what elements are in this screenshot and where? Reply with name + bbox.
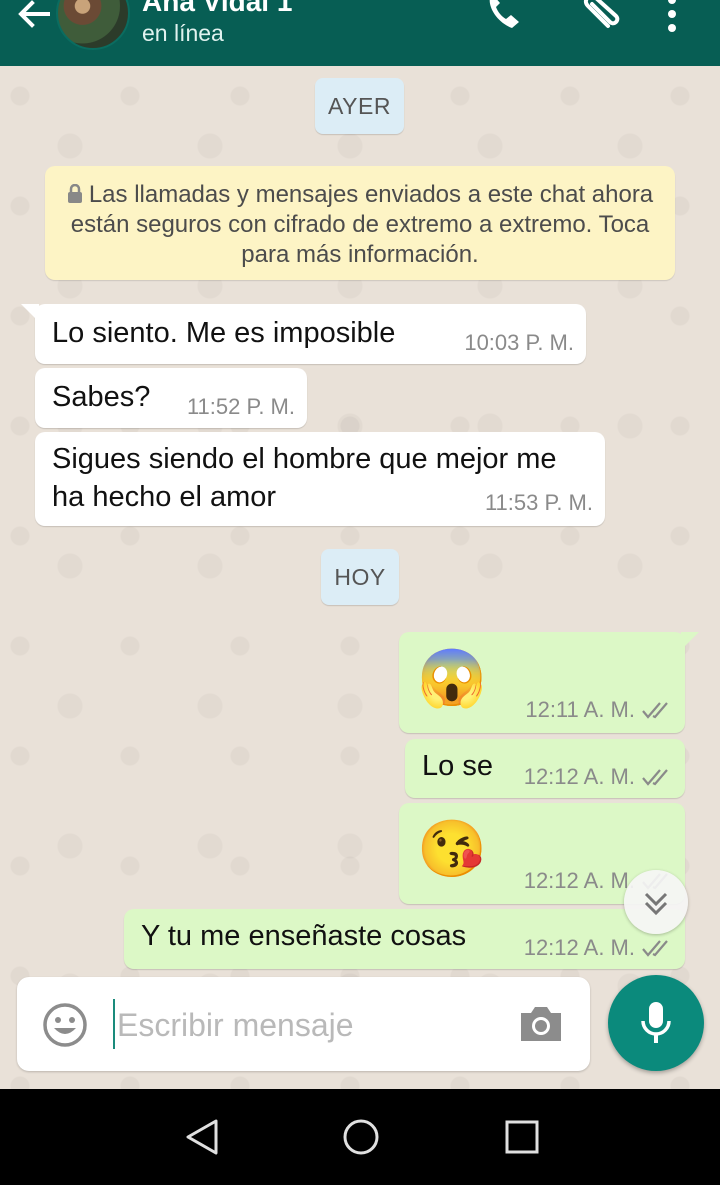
message-time: 12:11 A. M.: [525, 697, 673, 723]
contact-name[interactable]: Ana Vidal 1: [142, 0, 292, 18]
message-composer: [17, 977, 590, 1071]
incoming-message[interactable]: Lo siento. Me es imposible 10:03 P. M.: [21, 304, 586, 364]
more-vert-icon[interactable]: [660, 0, 684, 34]
chat-header: Ana Vidal 1 en línea: [0, 0, 720, 66]
message-text: Lo siento. Me es imposible: [52, 317, 396, 349]
double-chevron-down-icon: [644, 892, 668, 916]
nav-home-icon[interactable]: [341, 1117, 381, 1157]
phone-icon[interactable]: [484, 0, 528, 34]
mic-icon: [641, 1002, 671, 1043]
camera-icon[interactable]: [517, 1003, 565, 1045]
outgoing-message[interactable]: Lo se 12:12 A. M.: [405, 739, 685, 798]
message-input[interactable]: [115, 999, 489, 1051]
contact-avatar[interactable]: [56, 0, 130, 50]
date-separator-today: HOY: [321, 549, 399, 605]
system-nav-bar: [0, 1089, 720, 1185]
message-time: 12:12 A. M.: [524, 935, 673, 961]
incoming-message[interactable]: Sigues siendo el hombre que mejor me ha …: [35, 432, 605, 526]
double-check-icon: [642, 769, 668, 786]
paperclip-icon[interactable]: [580, 0, 624, 34]
bubble-tail: [21, 304, 39, 322]
encryption-notice-text: Las llamadas y mensajes enviados a este …: [70, 181, 654, 268]
message-time-text: 12:12 A. M.: [523, 868, 635, 893]
scream-emoji: 😱: [417, 646, 487, 709]
incoming-message[interactable]: Sabes? 11:52 P. M.: [35, 368, 307, 428]
message-time: 11:53 P. M.: [484, 490, 593, 515]
scroll-to-bottom-button[interactable]: [624, 870, 688, 934]
kiss-emoji: 😘: [417, 817, 487, 880]
message-text: Sabes?: [52, 381, 151, 413]
message-time: 10:03 P. M.: [464, 330, 574, 355]
emoji-icon[interactable]: [41, 1001, 89, 1049]
contact-status: en línea: [142, 20, 224, 46]
date-separator-yesterday: AYER: [315, 78, 404, 134]
message-time-text: 12:12 A. M.: [523, 935, 635, 960]
message-time-text: 12:11 A. M.: [525, 697, 635, 722]
double-check-icon: [642, 702, 668, 719]
mic-button[interactable]: [608, 975, 704, 1071]
encryption-notice[interactable]: Las llamadas y mensajes enviados a este …: [45, 166, 675, 280]
nav-back-icon[interactable]: [182, 1117, 222, 1157]
outgoing-message[interactable]: 😱 12:11 A. M.: [399, 632, 699, 733]
double-check-icon: [642, 940, 668, 957]
bubble-tail: [681, 632, 699, 650]
message-time: 11:52 P. M.: [186, 394, 295, 419]
message-time: 12:12 A. M.: [524, 764, 673, 790]
message-text: Lo se: [422, 750, 493, 782]
message-text: Y tu me enseñaste cosas: [141, 920, 467, 952]
message-time-text: 12:12 A. M.: [523, 764, 635, 789]
nav-recents-icon[interactable]: [502, 1117, 542, 1157]
lock-icon: [67, 184, 82, 203]
outgoing-message[interactable]: Y tu me enseñaste cosas 12:12 A. M.: [124, 909, 685, 969]
back-arrow-icon[interactable]: [14, 0, 54, 34]
